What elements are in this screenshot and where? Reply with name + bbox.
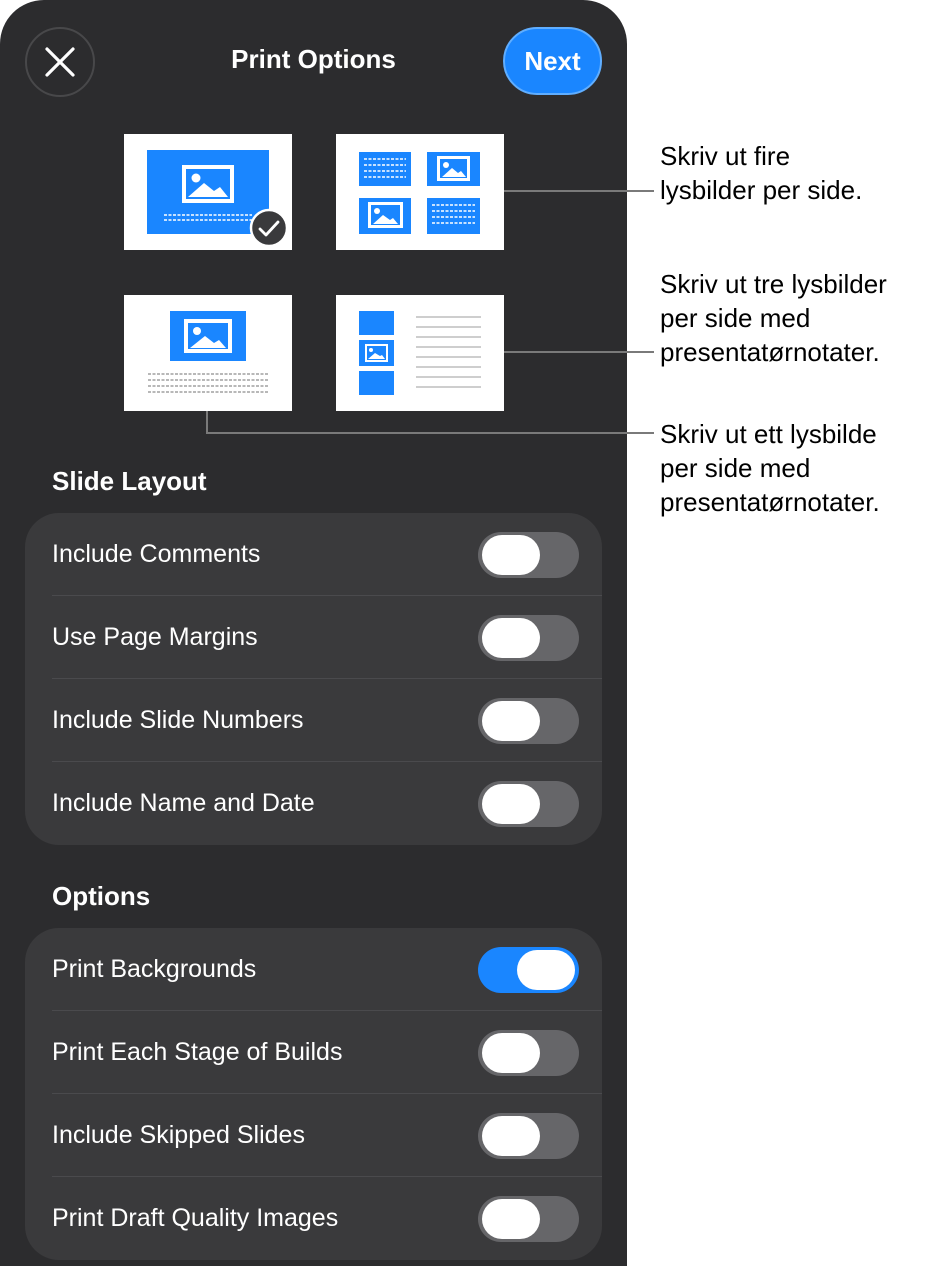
callout-line-four bbox=[504, 190, 654, 192]
print-build-stages-row[interactable]: Print Each Stage of Builds bbox=[25, 1011, 602, 1094]
callout-one-slide-notes: Skriv ut ett lysbilde per side med prese… bbox=[660, 417, 880, 519]
layout-one-slide-with-notes[interactable] bbox=[124, 295, 292, 411]
callout-text-line: Skriv ut tre lysbilder bbox=[660, 269, 887, 299]
print-build-stages-label: Print Each Stage of Builds bbox=[52, 1038, 343, 1066]
callout-line-three-notes bbox=[504, 351, 654, 353]
print-backgrounds-row[interactable]: Print Backgrounds bbox=[25, 928, 602, 1011]
callout-text-line: lysbilder per side. bbox=[660, 175, 863, 205]
callout-line-one-notes-vertical bbox=[206, 411, 208, 434]
callout-text-line: per side med bbox=[660, 453, 811, 483]
print-build-stages-toggle[interactable] bbox=[478, 1030, 579, 1076]
include-name-date-toggle[interactable] bbox=[478, 781, 579, 827]
use-page-margins-row[interactable]: Use Page Margins bbox=[25, 596, 602, 679]
include-slide-numbers-label: Include Slide Numbers bbox=[52, 706, 304, 734]
include-comments-toggle[interactable] bbox=[478, 532, 579, 578]
include-skipped-slides-row[interactable]: Include Skipped Slides bbox=[25, 1094, 602, 1177]
include-slide-numbers-row[interactable]: Include Slide Numbers bbox=[25, 679, 602, 762]
callout-text-line: Skriv ut fire bbox=[660, 141, 791, 171]
draft-quality-images-label: Print Draft Quality Images bbox=[52, 1204, 339, 1232]
callout-text-line: per side med bbox=[660, 303, 811, 333]
options-group: Print Backgrounds Print Each Stage of Bu… bbox=[25, 928, 602, 1260]
layout-three-slides-with-notes[interactable] bbox=[336, 295, 504, 411]
callout-text-line: Skriv ut ett lysbilde bbox=[660, 419, 877, 449]
include-comments-label: Include Comments bbox=[52, 540, 261, 568]
include-name-date-row[interactable]: Include Name and Date bbox=[25, 762, 602, 845]
callout-text-line: presentatørnotater. bbox=[660, 487, 880, 517]
layout-one-slide[interactable] bbox=[124, 134, 292, 250]
callout-four-slides: Skriv ut fire lysbilder per side. bbox=[660, 139, 862, 207]
callout-line-one-notes bbox=[206, 432, 654, 434]
include-comments-row[interactable]: Include Comments bbox=[25, 513, 602, 596]
include-skipped-slides-toggle[interactable] bbox=[478, 1113, 579, 1159]
include-name-date-label: Include Name and Date bbox=[52, 789, 315, 817]
include-slide-numbers-toggle[interactable] bbox=[478, 698, 579, 744]
layout-four-slides[interactable] bbox=[336, 134, 504, 250]
slide-layout-group: Include Comments Use Page Margins Includ… bbox=[25, 513, 602, 845]
use-page-margins-toggle[interactable] bbox=[478, 615, 579, 661]
next-button[interactable]: Next bbox=[503, 27, 602, 95]
callout-text-line: presentatørnotater. bbox=[660, 337, 880, 367]
callout-three-slides-notes: Skriv ut tre lysbilder per side med pres… bbox=[660, 267, 887, 369]
print-backgrounds-label: Print Backgrounds bbox=[52, 955, 257, 983]
use-page-margins-label: Use Page Margins bbox=[52, 623, 258, 651]
draft-quality-images-toggle[interactable] bbox=[478, 1196, 579, 1242]
include-skipped-slides-label: Include Skipped Slides bbox=[52, 1121, 305, 1149]
draft-quality-images-row[interactable]: Print Draft Quality Images bbox=[25, 1177, 602, 1260]
checkmark-icon bbox=[249, 208, 289, 248]
print-backgrounds-toggle[interactable] bbox=[478, 947, 579, 993]
slide-layout-heading: Slide Layout bbox=[52, 466, 207, 496]
options-heading: Options bbox=[52, 881, 151, 911]
